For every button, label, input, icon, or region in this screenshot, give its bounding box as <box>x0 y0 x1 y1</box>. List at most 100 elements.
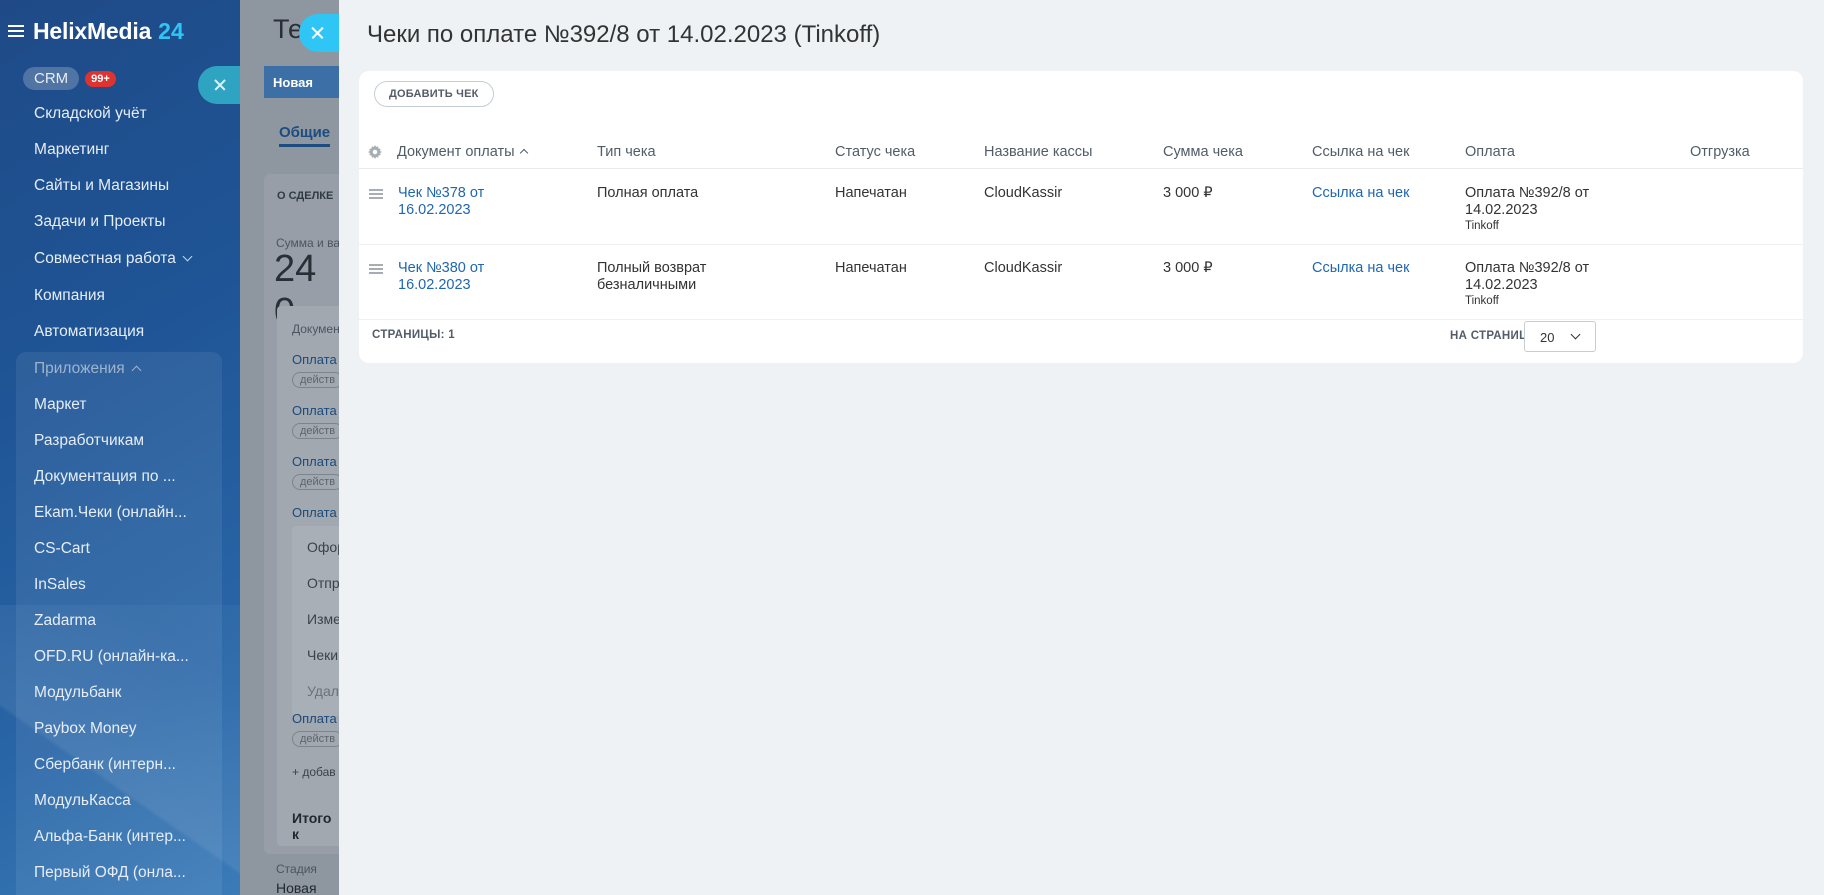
deal-stage-bar: Новая <box>264 66 340 98</box>
column-header-link[interactable]: Ссылка на чек <box>1312 144 1409 160</box>
column-header-sum[interactable]: Сумма чека <box>1163 144 1243 160</box>
drag-handle-icon[interactable] <box>369 189 383 199</box>
add-receipt-button[interactable]: ДОБАВИТЬ ЧЕК <box>374 81 494 107</box>
payment-link: Оплата <box>292 403 337 418</box>
receipt-status: Напечатан <box>835 260 907 276</box>
menu-item: Чеки <box>307 647 339 663</box>
payment-system: Tinkoff <box>1465 295 1499 307</box>
logo-text: HelixMedia <box>33 17 152 44</box>
payment-tag: действ <box>292 474 340 490</box>
sidebar-item-label: Приложения <box>34 360 125 377</box>
sidebar-item-collaboration[interactable]: Совместная работа <box>34 250 224 268</box>
sidebar-app-ekam[interactable]: Ekam.Чеки (онлайн... <box>34 504 224 522</box>
payment-name: Оплата №392/8 от 14.02.2023 <box>1465 185 1590 218</box>
sidebar-item-apps[interactable]: Приложения <box>34 360 224 378</box>
column-header-document[interactable]: Документ оплаты <box>397 144 528 160</box>
sidebar-item-label: Разработчикам <box>34 432 145 449</box>
sidebar-item-label: CS-Cart <box>34 540 90 557</box>
hamburger-icon[interactable] <box>8 24 24 38</box>
sidebar-item-label: Автоматизация <box>34 323 145 340</box>
sidebar-item-label: Складской учёт <box>34 105 147 122</box>
grid-footer: СТРАНИЦЫ: 1 НА СТРАНИЦЕ: 20 <box>359 311 1803 363</box>
receipt-sum: 3 000 ₽ <box>1163 185 1213 201</box>
sidebar-app-cscart[interactable]: CS-Cart <box>34 540 224 558</box>
documents-label: Докумен <box>292 322 340 336</box>
crm-count-badge: 99+ <box>85 70 116 87</box>
receipt-type: Полная оплата <box>597 185 699 201</box>
gear-icon[interactable] <box>368 145 382 159</box>
column-header-type[interactable]: Тип чека <box>597 144 656 160</box>
total-label: Итого к <box>292 810 332 842</box>
sidebar-item-label: InSales <box>34 576 86 593</box>
receipt-document-link[interactable]: Чек №380 от 16.02.2023 <box>398 260 518 294</box>
column-header-payment[interactable]: Оплата <box>1465 144 1515 160</box>
sidebar-app-documentation[interactable]: Документация по ... <box>34 468 224 486</box>
background-close-button[interactable] <box>198 66 240 104</box>
sidebar-app-paybox[interactable]: Paybox Money <box>34 720 224 738</box>
sidebar-app-sberbank[interactable]: Сбербанк (интерн... <box>34 756 224 774</box>
crm-label: CRM <box>23 67 80 90</box>
sidebar-item-marketing[interactable]: Маркетинг <box>34 141 224 159</box>
logo[interactable]: HelixMedia 24 <box>8 18 184 44</box>
logo-number: 24 <box>158 17 184 44</box>
close-icon[interactable] <box>299 14 339 52</box>
payment-link: Оплата <box>292 505 337 520</box>
sidebar-item-warehouse[interactable]: Складской учёт <box>34 105 224 123</box>
sidebar-item-company[interactable]: Компания <box>34 287 224 305</box>
sidebar-app-developers[interactable]: Разработчикам <box>34 432 224 450</box>
sidebar-app-firstofd[interactable]: Первый ОФД (онла... <box>34 864 224 882</box>
sidebar-item-label: Маркет <box>34 396 87 413</box>
sidebar-item-label: Zadarma <box>34 612 97 629</box>
menu-item: Отпр <box>307 575 340 591</box>
sidebar-item-automation[interactable]: Автоматизация <box>34 323 224 341</box>
menu-item: Изме <box>307 611 340 627</box>
menu-item: Удал <box>307 683 339 699</box>
sidebar-item-label: МодульКасса <box>34 792 131 809</box>
column-header-status[interactable]: Статус чека <box>835 144 915 160</box>
receipt-sum: 3 000 ₽ <box>1163 260 1213 276</box>
sidebar-item-label: Задачи и Проекты <box>34 213 166 230</box>
table-row[interactable]: Чек №380 от 16.02.2023 Полный возврат бе… <box>359 245 1803 320</box>
chevron-up-icon <box>131 365 142 376</box>
sidebar-app-market[interactable]: Маркет <box>34 396 224 414</box>
sidebar-app-alfabank[interactable]: Альфа-Банк (интер... <box>34 828 224 846</box>
drag-handle-icon[interactable] <box>369 264 383 274</box>
receipt-cashbox: CloudKassir <box>984 185 1063 201</box>
column-label: Документ оплаты <box>397 144 515 160</box>
receipts-grid-card: ДОБАВИТЬ ЧЕК Документ оплаты Тип чека Ст… <box>359 71 1803 363</box>
sidebar-item-label: Альфа-Банк (интер... <box>34 828 186 845</box>
sidebar-app-zadarma[interactable]: Zadarma <box>34 612 224 630</box>
receipts-slider: Чеки по оплате №392/8 от 14.02.2023 (Tin… <box>339 0 1824 895</box>
table-header: Документ оплаты Тип чека Статус чека Наз… <box>359 131 1803 169</box>
sidebar-app-insales[interactable]: InSales <box>34 576 224 594</box>
sidebar-item-label: Первый ОФД (онла... <box>34 864 186 881</box>
payment-link: Оплата <box>292 454 337 469</box>
background-deal-page: Те Новая Общие О СДЕЛКЕ Сумма и ва 24 0 … <box>240 0 340 895</box>
payment-name: Оплата №392/8 от 14.02.2023 <box>1465 260 1590 293</box>
receipt-cashbox: CloudKassir <box>984 260 1063 276</box>
sidebar-app-modulbank[interactable]: Модульбанк <box>34 684 224 702</box>
sidebar-item-sites[interactable]: Сайты и Магазины <box>34 177 224 195</box>
add-payment-link: + добав <box>292 765 336 779</box>
page-title: Чеки по оплате №392/8 от 14.02.2023 (Tin… <box>367 21 881 48</box>
receipt-status: Напечатан <box>835 185 907 201</box>
payment-tag: действ <box>292 372 340 388</box>
stage-value: Новая <box>276 880 317 895</box>
payment-link: Оплата <box>292 711 337 726</box>
receipt-document-link[interactable]: Чек №378 от 16.02.2023 <box>398 185 518 219</box>
per-page-select[interactable]: 20 <box>1524 321 1596 352</box>
sidebar-app-modulkassa[interactable]: МодульКасса <box>34 792 224 810</box>
column-header-cashbox[interactable]: Название кассы <box>984 144 1092 160</box>
table-row[interactable]: Чек №378 от 16.02.2023 Полная оплата Нап… <box>359 170 1803 245</box>
receipt-payment: Оплата №392/8 от 14.02.2023 Tinkoff <box>1465 185 1615 234</box>
sidebar-item-crm[interactable]: CRM 99+ <box>23 67 116 90</box>
sidebar-item-tasks[interactable]: Задачи и Проекты <box>34 213 224 231</box>
receipt-link[interactable]: Ссылка на чек <box>1312 185 1409 202</box>
sidebar-app-ofdru[interactable]: OFD.RU (онлайн-ка... <box>34 648 224 666</box>
left-sidebar: HelixMedia 24 CRM 99+ Складской учёт Мар… <box>0 0 240 895</box>
column-header-shipment[interactable]: Отгрузка <box>1690 144 1750 160</box>
sidebar-item-label: OFD.RU (онлайн-ка... <box>34 648 189 665</box>
receipt-link[interactable]: Ссылка на чек <box>1312 260 1409 277</box>
payment-tag: действ <box>292 731 340 747</box>
sidebar-item-label: Paybox Money <box>34 720 137 737</box>
